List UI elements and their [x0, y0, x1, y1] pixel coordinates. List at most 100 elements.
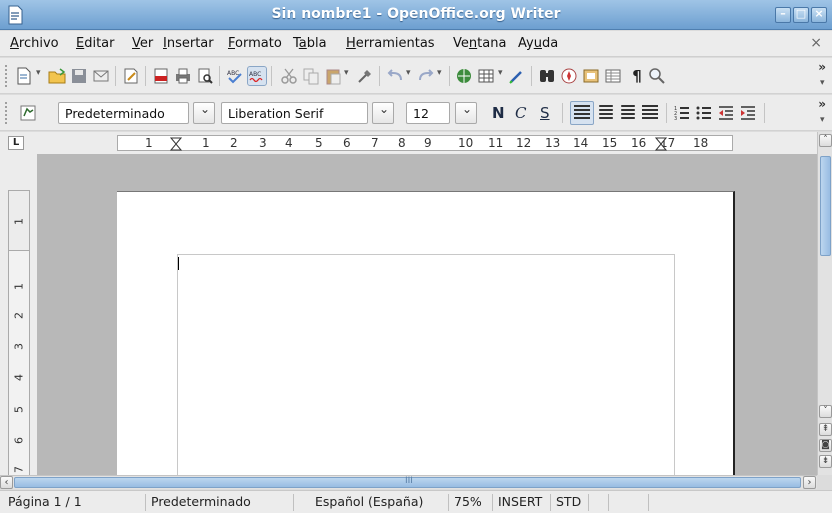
title-bar: Sin nombre1 - OpenOffice.org Writer – □ … — [0, 0, 832, 30]
hyperlink-icon[interactable] — [455, 67, 473, 85]
open-folder-icon[interactable] — [48, 67, 66, 85]
align-right-icon[interactable] — [621, 105, 635, 119]
status-digital-signature[interactable] — [609, 494, 649, 511]
table-icon[interactable] — [477, 67, 495, 85]
bullets-icon[interactable] — [695, 104, 713, 122]
menu-formato[interactable]: Formato — [228, 36, 282, 51]
toolbar-grip-handle[interactable] — [4, 101, 8, 125]
document-canvas[interactable] — [37, 154, 817, 475]
print-icon[interactable] — [174, 67, 192, 85]
ruler-number: 1 — [12, 218, 26, 225]
menu-editar[interactable]: Editar — [76, 36, 115, 51]
copy-icon[interactable] — [302, 67, 320, 85]
maximize-button[interactable]: □ — [793, 7, 809, 23]
status-selection-mode[interactable]: STD — [551, 494, 589, 511]
zoom-icon[interactable] — [648, 67, 666, 85]
spellcheck-icon[interactable]: ABC — [226, 67, 244, 85]
menu-archivo[interactable]: Archivo — [10, 36, 59, 51]
paragraph-style-value: Predeterminado — [65, 106, 165, 121]
data-sources-icon[interactable] — [604, 67, 622, 85]
redo-icon[interactable] — [417, 67, 435, 85]
next-page-button[interactable]: ⇟ — [819, 455, 832, 468]
numbering-icon[interactable]: 123 — [673, 104, 691, 122]
scroll-up-button[interactable]: ˄ — [819, 134, 832, 147]
paste-dropdown-icon[interactable]: ▾ — [344, 69, 350, 78]
menu-ventana[interactable]: Ventana — [453, 36, 506, 51]
new-document-icon[interactable] — [15, 67, 33, 85]
scroll-down-button[interactable]: ˅ — [819, 405, 832, 418]
minimize-button[interactable]: – — [775, 7, 791, 23]
new-dropdown-icon[interactable]: ▾ — [36, 69, 42, 78]
export-pdf-icon[interactable] — [152, 67, 170, 85]
horizontal-ruler[interactable]: 1 1 2 3 4 5 6 7 8 9 10 11 12 13 14 15 16… — [117, 135, 733, 151]
vertical-scrollbar[interactable]: ˄ ˅ ⇞ ◙ ⇟ — [817, 132, 832, 475]
menu-tabla[interactable]: Tabla — [293, 36, 327, 51]
styles-formatting-icon[interactable] — [19, 104, 37, 122]
document-page[interactable] — [117, 191, 735, 475]
align-justify-icon[interactable] — [642, 105, 658, 119]
ruler-number: 16 — [631, 136, 647, 150]
italic-button[interactable]: C — [515, 104, 526, 122]
font-name-combo[interactable]: Liberation Serif — [221, 102, 368, 124]
navigation-button[interactable]: ◙ — [819, 439, 832, 452]
menu-herramientas[interactable]: Herramientas — [346, 36, 435, 51]
edit-file-icon[interactable] — [122, 67, 140, 85]
close-document-icon[interactable]: × — [810, 35, 822, 51]
email-icon[interactable] — [92, 67, 110, 85]
toolbar-more-chevron-icon[interactable]: » — [818, 60, 826, 74]
bold-button[interactable]: N — [492, 104, 505, 122]
scroll-left-button[interactable]: ‹ — [0, 476, 13, 489]
table-dropdown-icon[interactable]: ▾ — [498, 69, 504, 78]
print-preview-icon[interactable] — [196, 67, 214, 85]
clone-formatting-icon[interactable] — [356, 67, 374, 85]
font-size-dropdown-button[interactable] — [455, 102, 477, 124]
left-indent-marker-icon[interactable] — [170, 137, 182, 151]
cut-icon[interactable] — [280, 67, 298, 85]
decrease-indent-icon[interactable] — [717, 104, 735, 122]
previous-page-button[interactable]: ⇞ — [819, 423, 832, 436]
toolbar-options-dropdown-icon[interactable]: ▾ — [820, 79, 826, 88]
vertical-scroll-thumb[interactable] — [820, 156, 831, 256]
navigator-icon[interactable] — [560, 67, 578, 85]
show-draw-functions-icon[interactable] — [508, 67, 526, 85]
status-insert-mode[interactable]: INSERT — [493, 494, 551, 511]
undo-icon[interactable] — [386, 67, 404, 85]
font-name-dropdown-button[interactable] — [372, 102, 394, 124]
toolbar-grip-handle[interactable] — [4, 64, 8, 88]
increase-indent-icon[interactable] — [739, 104, 757, 122]
font-size-value: 12 — [413, 106, 429, 121]
close-window-button[interactable]: × — [811, 7, 827, 23]
scroll-right-button[interactable]: › — [803, 476, 816, 489]
autospellcheck-icon[interactable]: ABC — [247, 66, 267, 86]
underline-button[interactable]: S — [540, 104, 550, 122]
toolbar-more-chevron-icon[interactable]: » — [818, 97, 826, 111]
undo-dropdown-icon[interactable]: ▾ — [406, 69, 412, 78]
paragraph-style-dropdown-button[interactable] — [193, 102, 215, 124]
status-language[interactable]: Español (España) — [294, 494, 449, 511]
vertical-ruler[interactable]: 1 1 2 3 4 5 6 7 — [8, 190, 30, 475]
toolbar-options-dropdown-icon[interactable]: ▾ — [820, 116, 826, 125]
text-area-boundary[interactable] — [177, 254, 675, 475]
menu-insertar[interactable]: Insertar — [163, 36, 214, 51]
status-document-modified[interactable] — [589, 494, 609, 511]
menu-ver[interactable]: Ver — [132, 36, 153, 51]
paste-icon[interactable] — [324, 67, 342, 85]
horizontal-scroll-thumb[interactable]: III — [14, 476, 801, 488]
status-zoom[interactable]: 75% — [449, 494, 493, 511]
find-replace-icon[interactable] — [538, 67, 556, 85]
formatting-toolbar: Predeterminado Liberation Serif 12 N C S… — [0, 95, 832, 131]
redo-dropdown-icon[interactable]: ▾ — [437, 69, 443, 78]
save-icon[interactable] — [70, 67, 88, 85]
status-page-style[interactable]: Predeterminado — [146, 494, 294, 511]
horizontal-scrollbar[interactable]: ‹ III › — [0, 475, 817, 489]
align-center-icon[interactable] — [599, 105, 613, 119]
paragraph-style-combo[interactable]: Predeterminado — [58, 102, 189, 124]
right-indent-marker-icon[interactable] — [655, 137, 667, 151]
status-page-number[interactable]: Página 1 / 1 — [3, 494, 146, 511]
ruler-number: 15 — [602, 136, 618, 150]
font-size-combo[interactable]: 12 — [406, 102, 450, 124]
formatting-marks-icon[interactable]: ¶ — [628, 67, 646, 85]
gallery-icon[interactable] — [582, 67, 600, 85]
tab-stop-type-button[interactable]: L — [8, 136, 24, 150]
menu-ayuda[interactable]: Ayuda — [518, 36, 558, 51]
